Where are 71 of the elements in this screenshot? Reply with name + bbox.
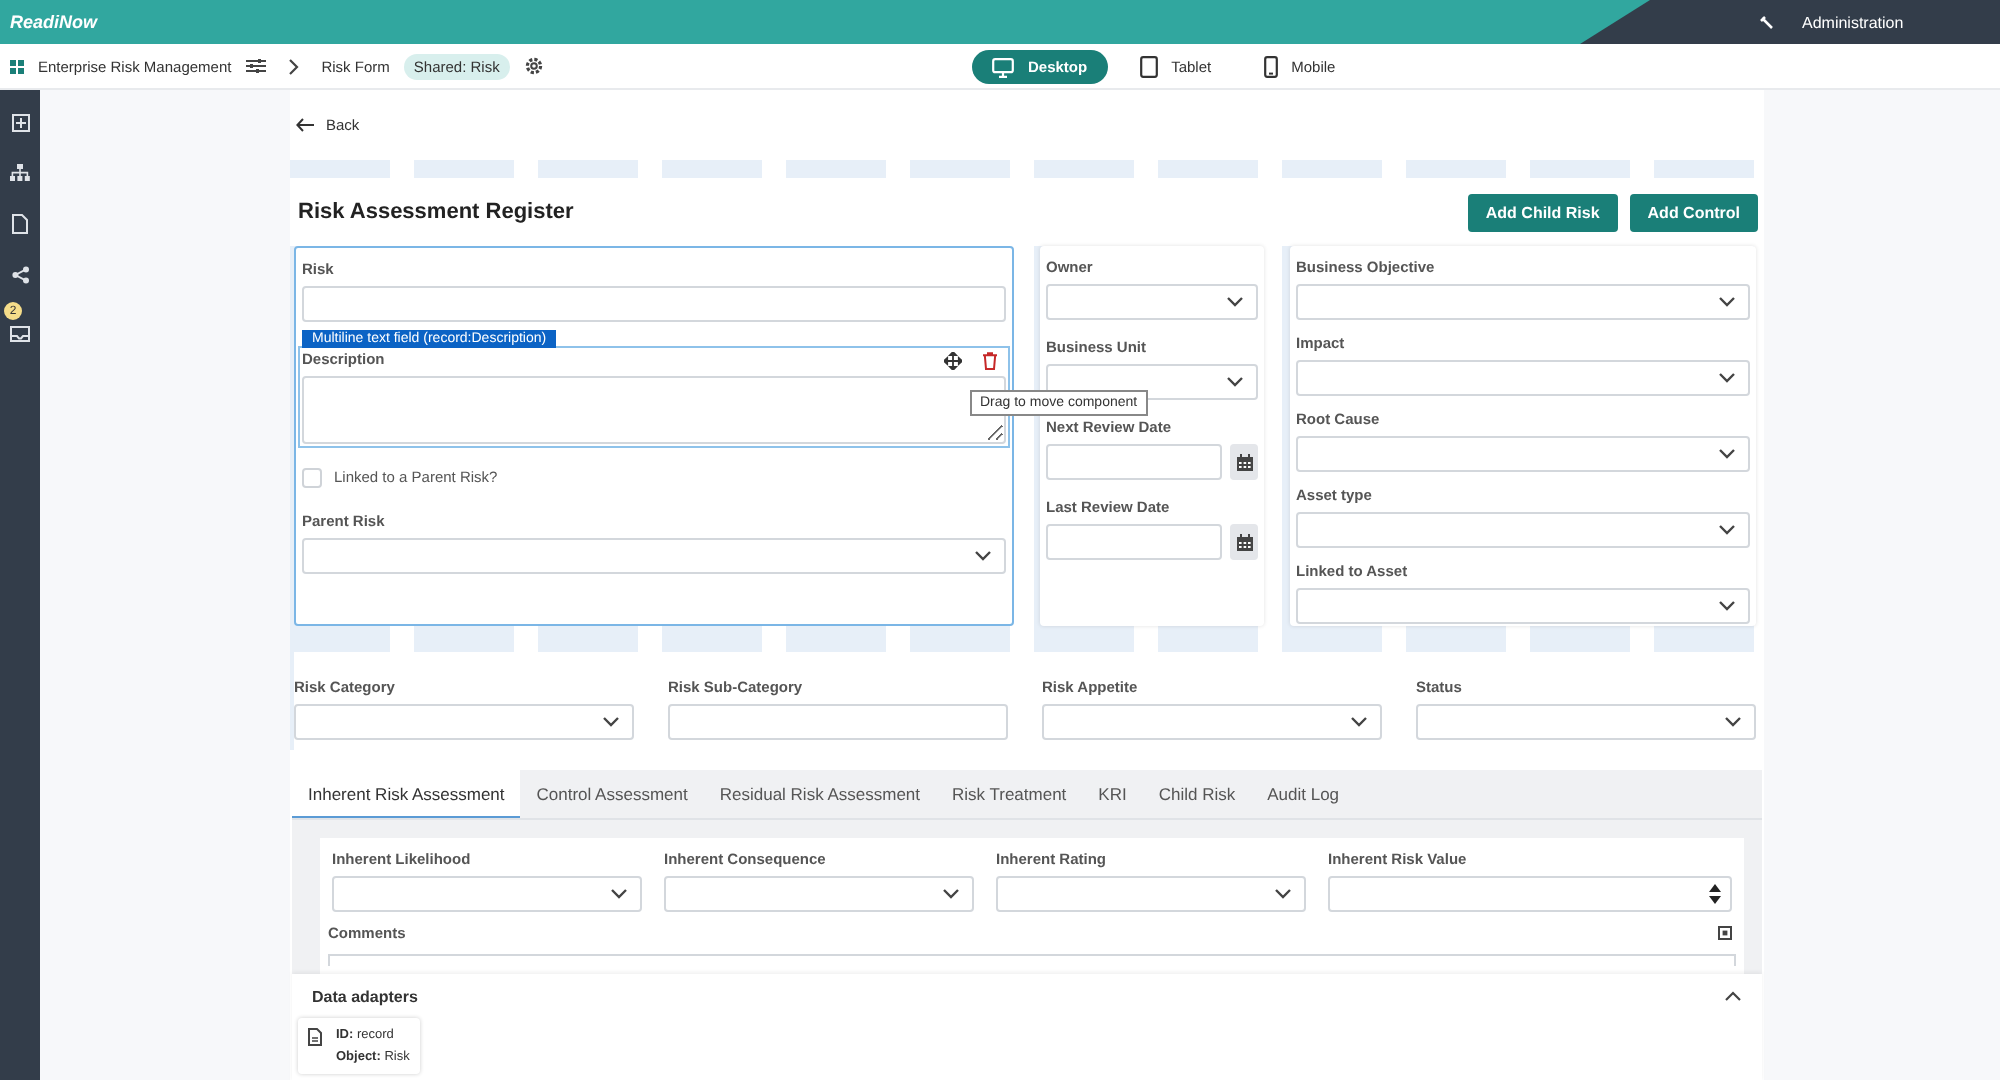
chevron-down-icon (1718, 448, 1736, 460)
dropdown-field[interactable] (1416, 704, 1756, 740)
date-field[interactable] (1046, 524, 1222, 560)
dropdown-field[interactable] (294, 704, 634, 740)
dropdown-field[interactable] (1296, 512, 1750, 548)
inbox-icon[interactable] (10, 326, 30, 342)
text-area[interactable] (328, 954, 1736, 966)
chevron-down-icon (942, 888, 960, 900)
trash-icon[interactable] (982, 352, 998, 370)
date-field[interactable] (1046, 444, 1222, 480)
tab[interactable]: Risk Treatment (936, 770, 1083, 818)
chevron-down-icon (1274, 888, 1292, 900)
phone-icon (1263, 56, 1278, 78)
tab[interactable]: KRI (1082, 770, 1143, 818)
chevron-right-icon (287, 57, 300, 75)
spinner-icon[interactable] (1708, 882, 1722, 906)
expand-icon[interactable] (1718, 926, 1732, 940)
calendar-icon (1235, 533, 1253, 551)
chevron-down-icon (602, 716, 620, 728)
action-button[interactable]: Add Control (1629, 193, 1758, 231)
tab[interactable]: Child Risk (1142, 770, 1252, 818)
action-button[interactable]: Add Child Risk (1467, 193, 1618, 231)
dropdown-field[interactable] (302, 538, 1006, 574)
wrench-icon[interactable] (1760, 15, 1774, 29)
logo: ReadiNow (10, 12, 98, 32)
checkbox[interactable] (302, 468, 322, 488)
text-field[interactable] (668, 704, 1008, 740)
tab[interactable]: Control Assessment (520, 770, 704, 818)
chevron-down-icon (1718, 372, 1736, 384)
admin-link[interactable]: Administration (1802, 13, 1904, 31)
dropdown-field[interactable] (996, 876, 1306, 912)
chevron-down-icon (1718, 296, 1736, 308)
chevron-down-icon (1226, 376, 1244, 388)
chevron-up-icon[interactable] (1724, 990, 1742, 1002)
dropdown-field[interactable] (1296, 436, 1750, 472)
chevron-down-icon (1724, 716, 1742, 728)
chevron-down-icon (610, 888, 628, 900)
chevron-down-icon (1226, 296, 1244, 308)
text-field[interactable] (302, 286, 1006, 322)
dropdown-field[interactable] (1296, 360, 1750, 396)
tablet-icon (1139, 56, 1158, 78)
add-box-icon[interactable] (11, 114, 29, 132)
dropdown-field[interactable] (1046, 284, 1258, 320)
tab[interactable]: Audit Log (1251, 770, 1356, 818)
chevron-down-icon (1718, 600, 1736, 612)
settings-icon[interactable] (523, 56, 544, 76)
move-icon[interactable] (944, 352, 962, 370)
arrow-left-icon (296, 117, 314, 131)
file-icon (308, 1028, 322, 1046)
dropdown-field[interactable] (664, 876, 974, 912)
dropdown-field[interactable] (1296, 284, 1750, 320)
calendar-button[interactable] (1230, 444, 1258, 480)
dropdown-field[interactable] (1042, 704, 1382, 740)
number-field[interactable] (1328, 876, 1732, 912)
apps-grid-icon[interactable] (10, 59, 24, 73)
monitor-icon (992, 57, 1014, 77)
tab[interactable]: Inherent Risk Assessment (292, 770, 521, 818)
panel-title: Data adapters (312, 987, 418, 1005)
dropdown-field[interactable] (332, 876, 642, 912)
chevron-down-icon (1350, 716, 1368, 728)
page-title: Risk Assessment Register (298, 200, 574, 224)
document-icon[interactable] (12, 214, 28, 234)
tab[interactable]: Residual Risk Assessment (703, 770, 937, 818)
sliders-icon[interactable] (245, 58, 266, 74)
share-icon[interactable] (11, 266, 29, 284)
dropdown-field[interactable] (1296, 588, 1750, 624)
chevron-down-icon (1718, 524, 1736, 536)
calendar-button[interactable] (1230, 524, 1258, 560)
calendar-icon (1235, 453, 1253, 471)
hierarchy-icon[interactable] (10, 164, 30, 182)
chevron-down-icon (974, 550, 992, 562)
